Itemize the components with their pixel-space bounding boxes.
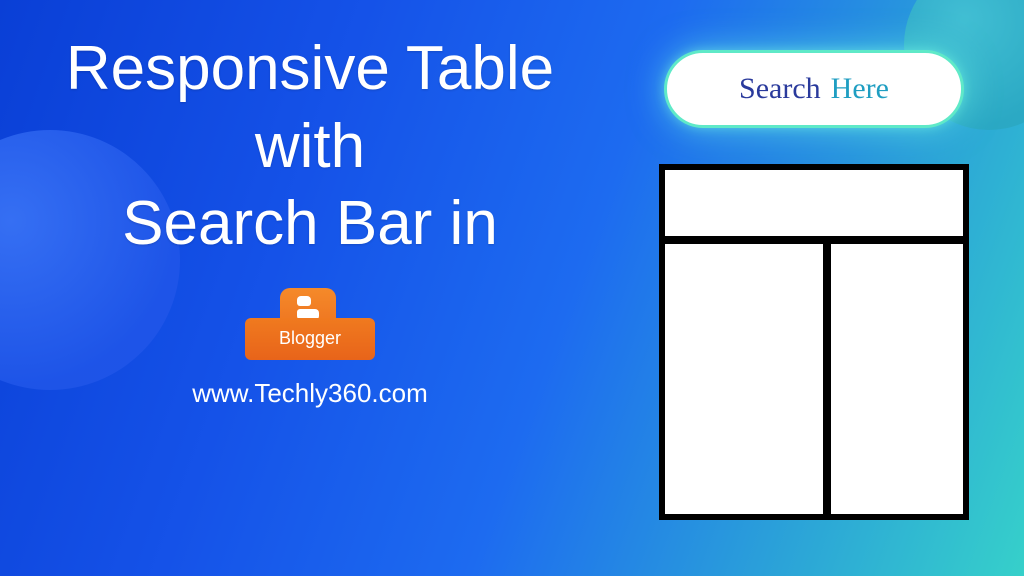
- blogger-label: Blogger: [279, 328, 341, 349]
- blogger-logo: Blogger: [245, 288, 375, 360]
- blogger-body: Blogger: [245, 318, 375, 360]
- blogger-logo-wrap: Blogger: [245, 288, 375, 360]
- search-text-2: Here: [831, 72, 889, 106]
- table-column-1: [665, 244, 831, 514]
- title-line-1: Responsive Table: [30, 30, 590, 108]
- table-illustration: [659, 164, 969, 520]
- main-title: Responsive Table with Search Bar in: [30, 30, 590, 263]
- title-line-3: Search Bar in: [30, 185, 590, 263]
- website-url: www.Techly360.com: [30, 378, 590, 409]
- table-column-2: [831, 244, 963, 514]
- search-text-1: Search: [739, 72, 821, 106]
- title-line-2: with: [30, 108, 590, 186]
- right-content: Search Here: [644, 50, 984, 520]
- search-bar[interactable]: Search Here: [664, 50, 964, 128]
- left-content: Responsive Table with Search Bar in Blog…: [30, 30, 590, 409]
- table-body: [665, 244, 963, 514]
- table-header-row: [665, 170, 963, 244]
